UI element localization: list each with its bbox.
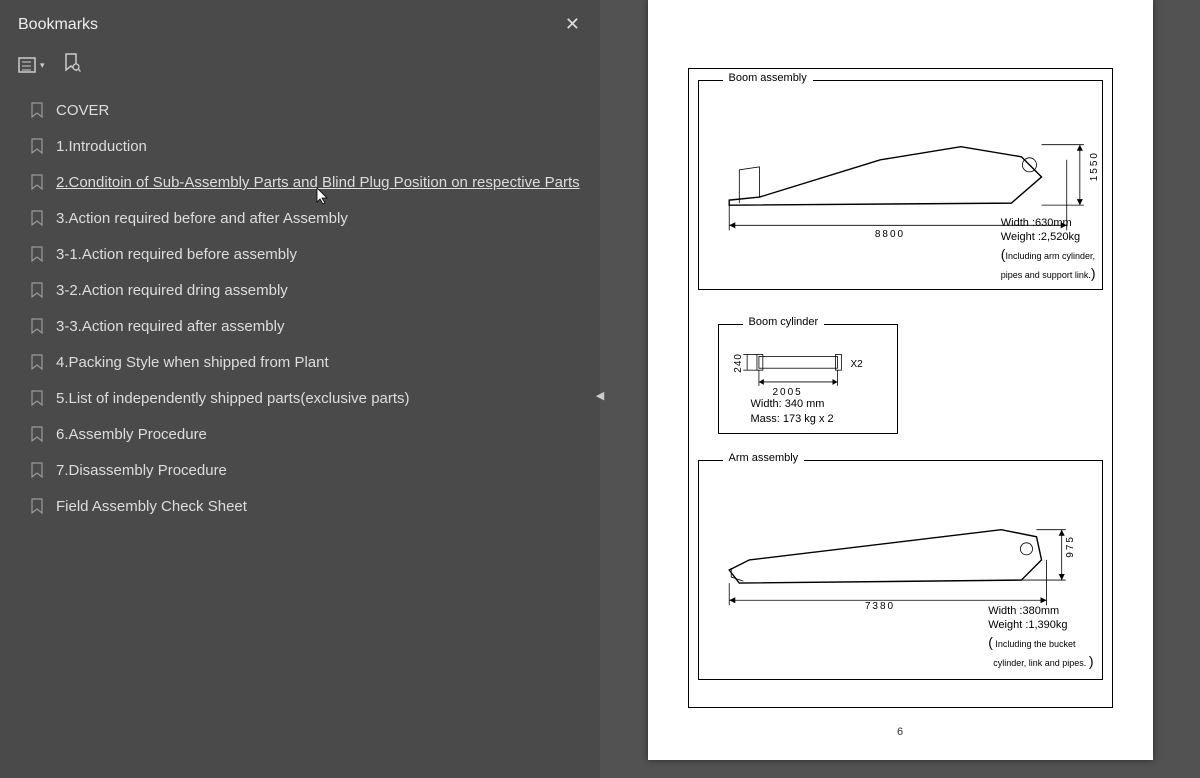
bookmark-item[interactable]: 5.List of independently shipped parts(ex… bbox=[12, 382, 588, 418]
bookmark-item[interactable]: 3.Action required before and after Assem… bbox=[12, 202, 588, 238]
boom-note1: Including arm cylinder, bbox=[1005, 251, 1095, 261]
bookmark-label: Field Assembly Check Sheet bbox=[56, 496, 247, 517]
bookmark-icon bbox=[30, 282, 44, 304]
arm-note2: cylinder, link and pipes. bbox=[993, 658, 1086, 668]
bookmark-icon bbox=[30, 210, 44, 232]
bookmark-icon bbox=[30, 174, 44, 196]
bookmark-label: 3.Action required before and after Assem… bbox=[56, 208, 348, 229]
sidebar-header: Bookmarks ✕ bbox=[0, 0, 600, 45]
pdf-page: Boom assembly 8800 bbox=[648, 0, 1153, 760]
document-viewport[interactable]: Boom assembly 8800 bbox=[600, 0, 1200, 778]
close-icon[interactable]: ✕ bbox=[565, 14, 580, 35]
bookmark-icon bbox=[30, 498, 44, 520]
outline-options-icon[interactable]: ▾ bbox=[18, 57, 45, 75]
boom-assembly-box: Boom assembly 8800 bbox=[698, 80, 1103, 290]
bookmark-label: 2.Conditoin of Sub-Assembly Parts and Bl… bbox=[56, 172, 580, 193]
cyl-mass: Mass: 173 kg x 2 bbox=[751, 412, 834, 427]
bookmark-item[interactable]: 3-3.Action required after assembly bbox=[12, 310, 588, 346]
collapse-sidebar-icon[interactable]: ◀ bbox=[592, 380, 608, 410]
bookmark-label: 3-1.Action required before assembly bbox=[56, 244, 297, 265]
bookmark-item[interactable]: 3-2.Action required dring assembly bbox=[12, 274, 588, 310]
arm-weight: Weight :1,390kg bbox=[988, 618, 1093, 633]
sidebar-title: Bookmarks bbox=[18, 16, 98, 34]
bookmark-label: 5.List of independently shipped parts(ex… bbox=[56, 388, 410, 409]
bookmark-item[interactable]: 3-1.Action required before assembly bbox=[12, 238, 588, 274]
arm-width: Width :380mm bbox=[988, 604, 1093, 619]
sidebar-toolbar: ▾ bbox=[0, 45, 600, 92]
cyl-height: 240 bbox=[733, 353, 744, 373]
arm-assembly-box: Arm assembly 7380 975 Wi bbox=[698, 460, 1103, 680]
bookmark-item[interactable]: COVER bbox=[12, 94, 588, 130]
bookmark-icon bbox=[30, 138, 44, 160]
bookmark-icon bbox=[30, 354, 44, 376]
arm-height: 975 bbox=[1065, 535, 1076, 558]
bookmark-label: 4.Packing Style when shipped from Plant bbox=[56, 352, 329, 373]
cyl-width: Width: 340 mm bbox=[751, 397, 834, 412]
find-bookmark-icon[interactable] bbox=[63, 53, 81, 78]
bookmark-item[interactable]: 4.Packing Style when shipped from Plant bbox=[12, 346, 588, 382]
bookmark-item[interactable]: 6.Assembly Procedure bbox=[12, 418, 588, 454]
bookmark-item[interactable]: Field Assembly Check Sheet bbox=[12, 490, 588, 526]
bookmark-label: 1.Introduction bbox=[56, 136, 147, 157]
arm-note1: Including the bucket bbox=[995, 639, 1075, 649]
bookmark-label: 7.Disassembly Procedure bbox=[56, 460, 227, 481]
bookmark-icon bbox=[30, 390, 44, 412]
bookmark-item[interactable]: 1.Introduction bbox=[12, 130, 588, 166]
bookmark-icon bbox=[30, 246, 44, 268]
bookmark-label: 3-2.Action required dring assembly bbox=[56, 280, 288, 301]
cyl-qty: X2 bbox=[851, 359, 863, 370]
boom-note2: pipes and support link. bbox=[1001, 270, 1091, 280]
bookmarks-sidebar: Bookmarks ✕ ▾ COVER 1.Introduction 2.Con… bbox=[0, 0, 600, 778]
bookmark-label: 3-3.Action required after assembly bbox=[56, 316, 284, 337]
bookmark-item[interactable]: 2.Conditoin of Sub-Assembly Parts and Bl… bbox=[12, 166, 588, 202]
bookmark-icon bbox=[30, 462, 44, 484]
bookmark-label: COVER bbox=[56, 100, 109, 121]
bookmark-icon bbox=[30, 318, 44, 340]
bookmark-icon bbox=[30, 102, 44, 124]
boom-cylinder-box: Boom cylinder 2005 240 X2 Width: 34 bbox=[718, 324, 898, 434]
bookmark-icon bbox=[30, 426, 44, 448]
boom-height: 1550 bbox=[1089, 151, 1100, 181]
boom-weight: Weight :2,520kg bbox=[1001, 230, 1096, 245]
bookmark-list: COVER 1.Introduction 2.Conditoin of Sub-… bbox=[0, 92, 600, 528]
page-number: 6 bbox=[648, 726, 1153, 738]
bookmark-item[interactable]: 7.Disassembly Procedure bbox=[12, 454, 588, 490]
bookmark-label: 6.Assembly Procedure bbox=[56, 424, 207, 445]
boom-width: Width :630mm bbox=[1001, 216, 1096, 231]
